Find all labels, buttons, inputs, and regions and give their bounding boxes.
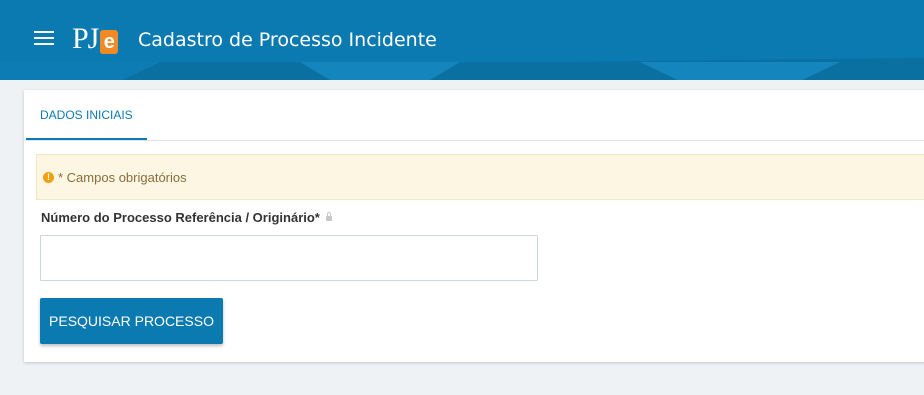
tab-dados-iniciais[interactable]: DADOS INICIAIS xyxy=(26,90,147,140)
process-number-label-text: Número do Processo Referência / Originár… xyxy=(41,210,320,225)
required-fields-alert: ! * Campos obrigatórios xyxy=(36,154,924,200)
logo-e-badge: e xyxy=(100,30,119,54)
warning-icon: ! xyxy=(43,171,54,183)
process-number-label: Número do Processo Referência / Originár… xyxy=(41,210,332,225)
pje-logo: PJ e xyxy=(72,20,119,55)
hamburger-menu-icon[interactable] xyxy=(34,28,56,48)
logo-pj-text: PJ xyxy=(72,22,99,55)
process-number-input[interactable] xyxy=(40,235,538,281)
search-process-button[interactable]: PESQUISAR PROCESSO xyxy=(40,298,223,344)
page-title: Cadastro de Processo Incidente xyxy=(138,29,437,51)
tab-bar: DADOS INICIAIS xyxy=(24,90,924,141)
top-navigation-bar: PJ e Cadastro de Processo Incidente xyxy=(0,0,924,80)
lock-icon xyxy=(325,212,332,221)
main-card: DADOS INICIAIS ! * Campos obrigatórios N… xyxy=(24,90,924,362)
alert-text: * Campos obrigatórios xyxy=(58,169,187,185)
